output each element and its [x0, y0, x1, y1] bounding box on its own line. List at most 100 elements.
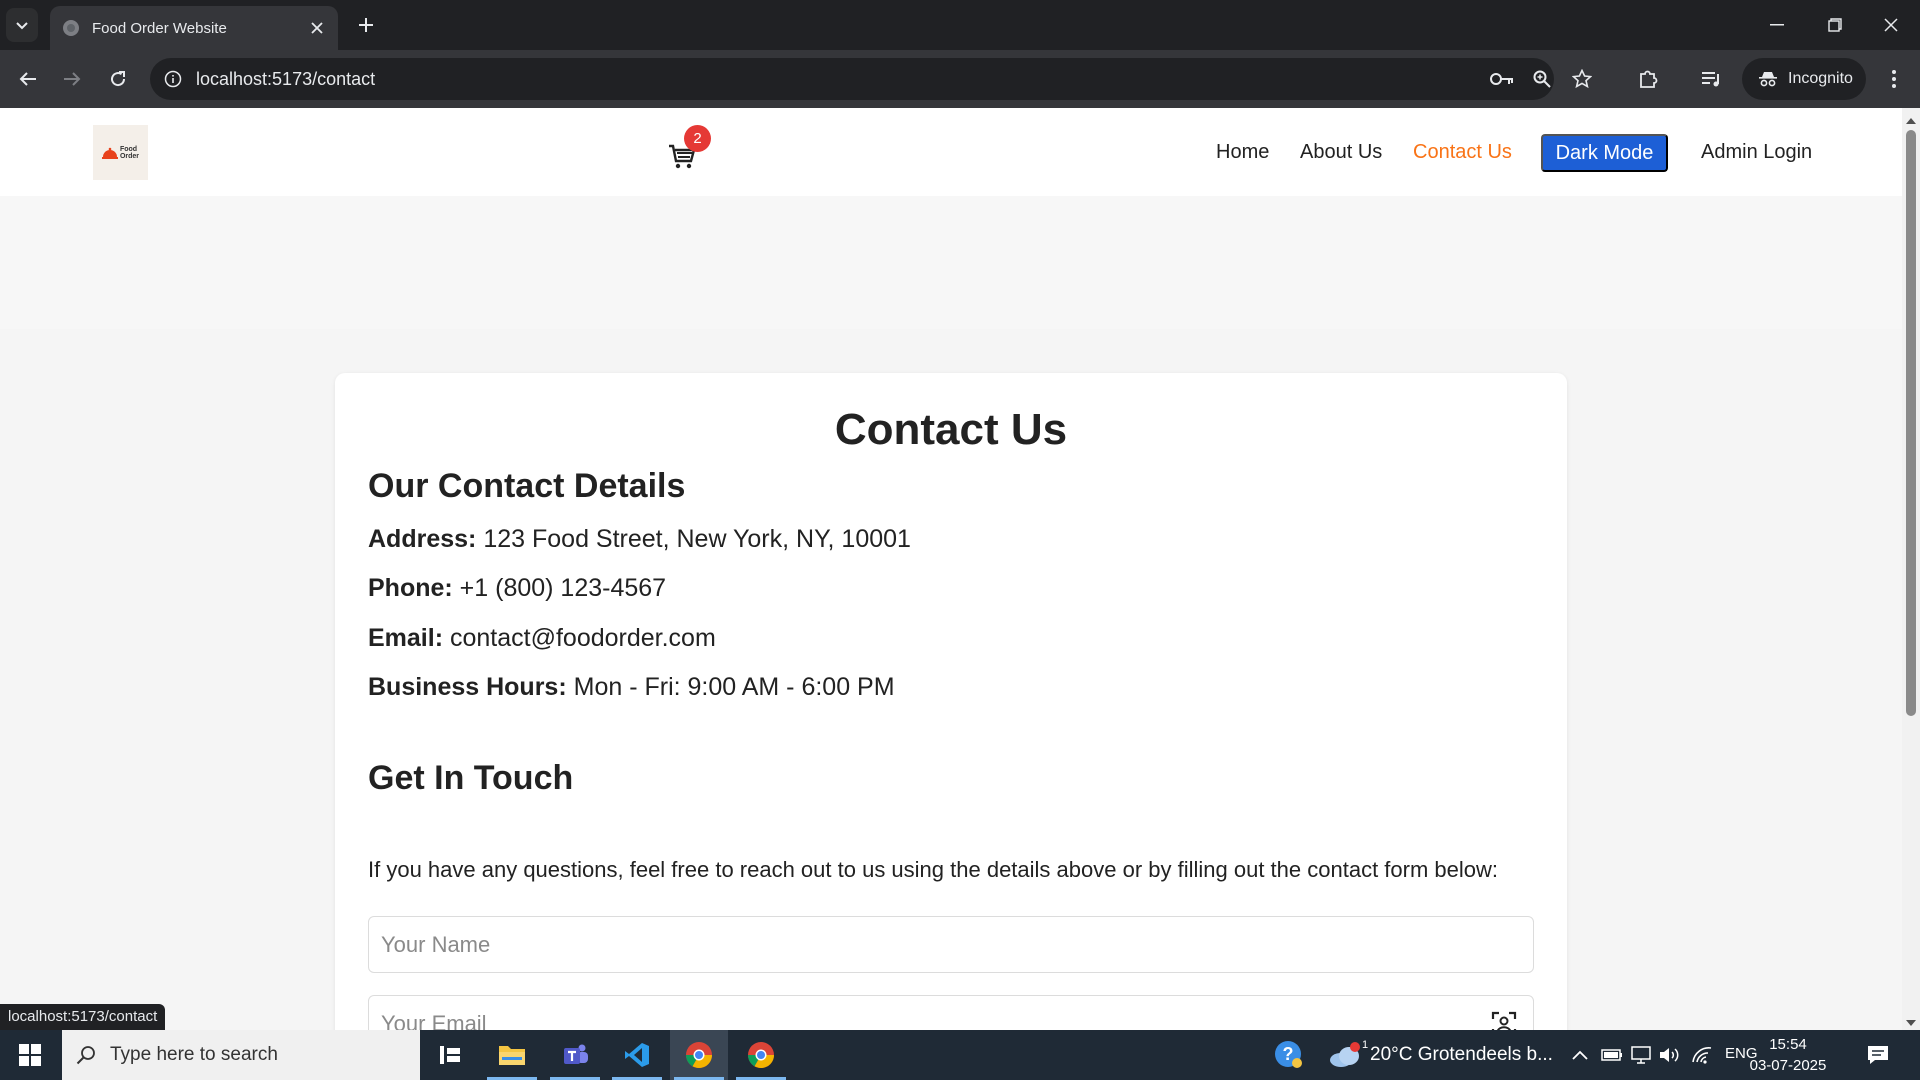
system-clock[interactable]: 15:54 03-07-2025 [1748, 1034, 1828, 1076]
weather-text[interactable]: 20°C Grotendeels b... [1370, 1044, 1553, 1066]
address-line: Address: 123 Food Street, New York, NY, … [368, 525, 911, 554]
volume-tray-icon[interactable] [1658, 1043, 1682, 1067]
arrow-left-icon [19, 72, 36, 86]
get-in-touch-heading: Get In Touch [368, 759, 574, 797]
nav-about-link[interactable]: About Us [1300, 141, 1382, 164]
plus-icon [359, 18, 373, 32]
taskbar-file-explorer[interactable] [483, 1030, 541, 1080]
vscode-icon [625, 1043, 649, 1067]
help-tray-button[interactable]: ? [1274, 1040, 1304, 1070]
task-view-button[interactable] [421, 1030, 479, 1080]
tab-search-button[interactable] [6, 8, 38, 42]
nav-contact-link[interactable]: Contact Us [1413, 141, 1512, 164]
clock-date: 03-07-2025 [1749, 1057, 1827, 1074]
site-info-button[interactable] [160, 66, 186, 92]
incognito-indicator[interactable]: Incognito [1742, 58, 1866, 100]
scrollbar-thumb[interactable] [1906, 130, 1916, 716]
extensions-button[interactable] [1634, 65, 1662, 93]
close-icon [1884, 18, 1898, 32]
windows-taskbar: Type here to search ? 1 20°C Grotendeels… [0, 1030, 1920, 1080]
autofill-person-icon[interactable] [1491, 1011, 1517, 1030]
name-field[interactable] [368, 916, 1534, 973]
email-input[interactable] [369, 996, 1533, 1030]
speaker-icon [1660, 1048, 1679, 1062]
restore-button[interactable] [1806, 0, 1864, 50]
minimize-icon [1770, 24, 1784, 26]
cloud-icon [1330, 1042, 1360, 1067]
action-center-button[interactable] [1866, 1043, 1890, 1067]
contact-details-heading: Our Contact Details [368, 467, 686, 505]
battery-tray-icon[interactable] [1600, 1043, 1624, 1067]
password-key-button[interactable] [1490, 67, 1514, 91]
wifi-icon [1692, 1047, 1712, 1064]
wifi-tray-icon[interactable] [1690, 1043, 1714, 1067]
hours-label: Business Hours: [368, 673, 567, 701]
weather-widget[interactable] [1328, 1041, 1362, 1069]
clock-time: 15:54 [1769, 1036, 1807, 1053]
page-scrollbar[interactable] [1902, 108, 1920, 1030]
cart-count-badge: 2 [684, 125, 711, 152]
taskbar-teams[interactable] [546, 1030, 604, 1080]
browser-toolbar: localhost:5173/contact Incognito [0, 50, 1920, 108]
chrome-icon [685, 1042, 713, 1069]
chevron-up-icon [1572, 1050, 1588, 1060]
browser-tab[interactable]: Food Order Website [50, 6, 338, 50]
forward-button[interactable] [56, 63, 88, 95]
site-header: Food Order 2 Home About Us Contact Us Da… [0, 108, 1902, 196]
reload-icon [111, 71, 126, 87]
page-title: Contact Us [834, 405, 1068, 454]
scroll-up-arrow-icon[interactable] [1906, 116, 1916, 126]
hours-line: Business Hours: Mon - Fri: 9:00 AM - 6:0… [368, 673, 895, 702]
svg-text:?: ? [1283, 1044, 1294, 1064]
zoom-button[interactable] [1530, 67, 1554, 91]
search-icon [76, 1046, 95, 1065]
site-logo[interactable]: Food Order [93, 125, 148, 180]
email-field[interactable] [368, 995, 1534, 1030]
logo-text-line2: Order [119, 152, 140, 160]
email-value: contact@foodorder.com [449, 624, 716, 652]
scroll-down-arrow-icon[interactable] [1906, 1018, 1916, 1028]
back-button[interactable] [12, 63, 44, 95]
address-label: Address: [368, 525, 477, 553]
minimize-button[interactable] [1748, 0, 1806, 50]
incognito-icon [1759, 72, 1777, 87]
chevron-down-icon [16, 22, 28, 30]
new-tab-button[interactable] [352, 11, 380, 39]
more-vertical-icon [1892, 70, 1896, 88]
browser-menu-button[interactable] [1880, 65, 1908, 93]
taskbar-chrome[interactable] [732, 1030, 790, 1080]
taskbar-chrome-incognito[interactable] [670, 1030, 728, 1080]
display-tray-icon[interactable] [1630, 1043, 1654, 1067]
phone-value: +1 (800) 123-4567 [459, 574, 667, 602]
nav-home-link[interactable]: Home [1216, 141, 1269, 164]
dark-mode-button[interactable]: Dark Mode [1541, 134, 1668, 172]
address-bar[interactable]: localhost:5173/contact [150, 58, 1592, 100]
key-icon [1490, 73, 1513, 85]
show-hidden-icons-button[interactable] [1568, 1043, 1592, 1067]
folder-icon [499, 1046, 525, 1065]
page-viewport: Food Order 2 Home About Us Contact Us Da… [0, 108, 1902, 1030]
browser-tab-bar: Food Order Website [0, 0, 1920, 50]
logo-text: Food Order [120, 146, 139, 160]
logo-text-line1: Food [119, 145, 138, 153]
notification-icon [1868, 1046, 1888, 1064]
url-text[interactable]: localhost:5173/contact [196, 69, 375, 90]
close-window-button[interactable] [1862, 0, 1920, 50]
media-control-button[interactable] [1698, 65, 1726, 93]
name-input[interactable] [369, 917, 1533, 972]
taskbar-vscode[interactable] [608, 1030, 666, 1080]
phone-label: Phone: [368, 574, 453, 602]
reload-button[interactable] [102, 63, 134, 95]
bookmark-button[interactable] [1570, 67, 1594, 91]
header-spacer-band [0, 196, 1902, 329]
start-button[interactable] [0, 1030, 60, 1080]
task-view-icon [440, 1046, 460, 1064]
incognito-label: Incognito [1788, 70, 1853, 87]
taskbar-search-placeholder: Type here to search [110, 1044, 278, 1065]
tab-close-button[interactable] [308, 19, 326, 37]
nav-admin-login-link[interactable]: Admin Login [1701, 141, 1812, 164]
puzzle-icon [1640, 70, 1658, 88]
battery-icon [1601, 1049, 1622, 1061]
taskbar-search-box[interactable]: Type here to search [62, 1030, 420, 1080]
weather-alert-badge: 1 [1362, 1039, 1369, 1051]
